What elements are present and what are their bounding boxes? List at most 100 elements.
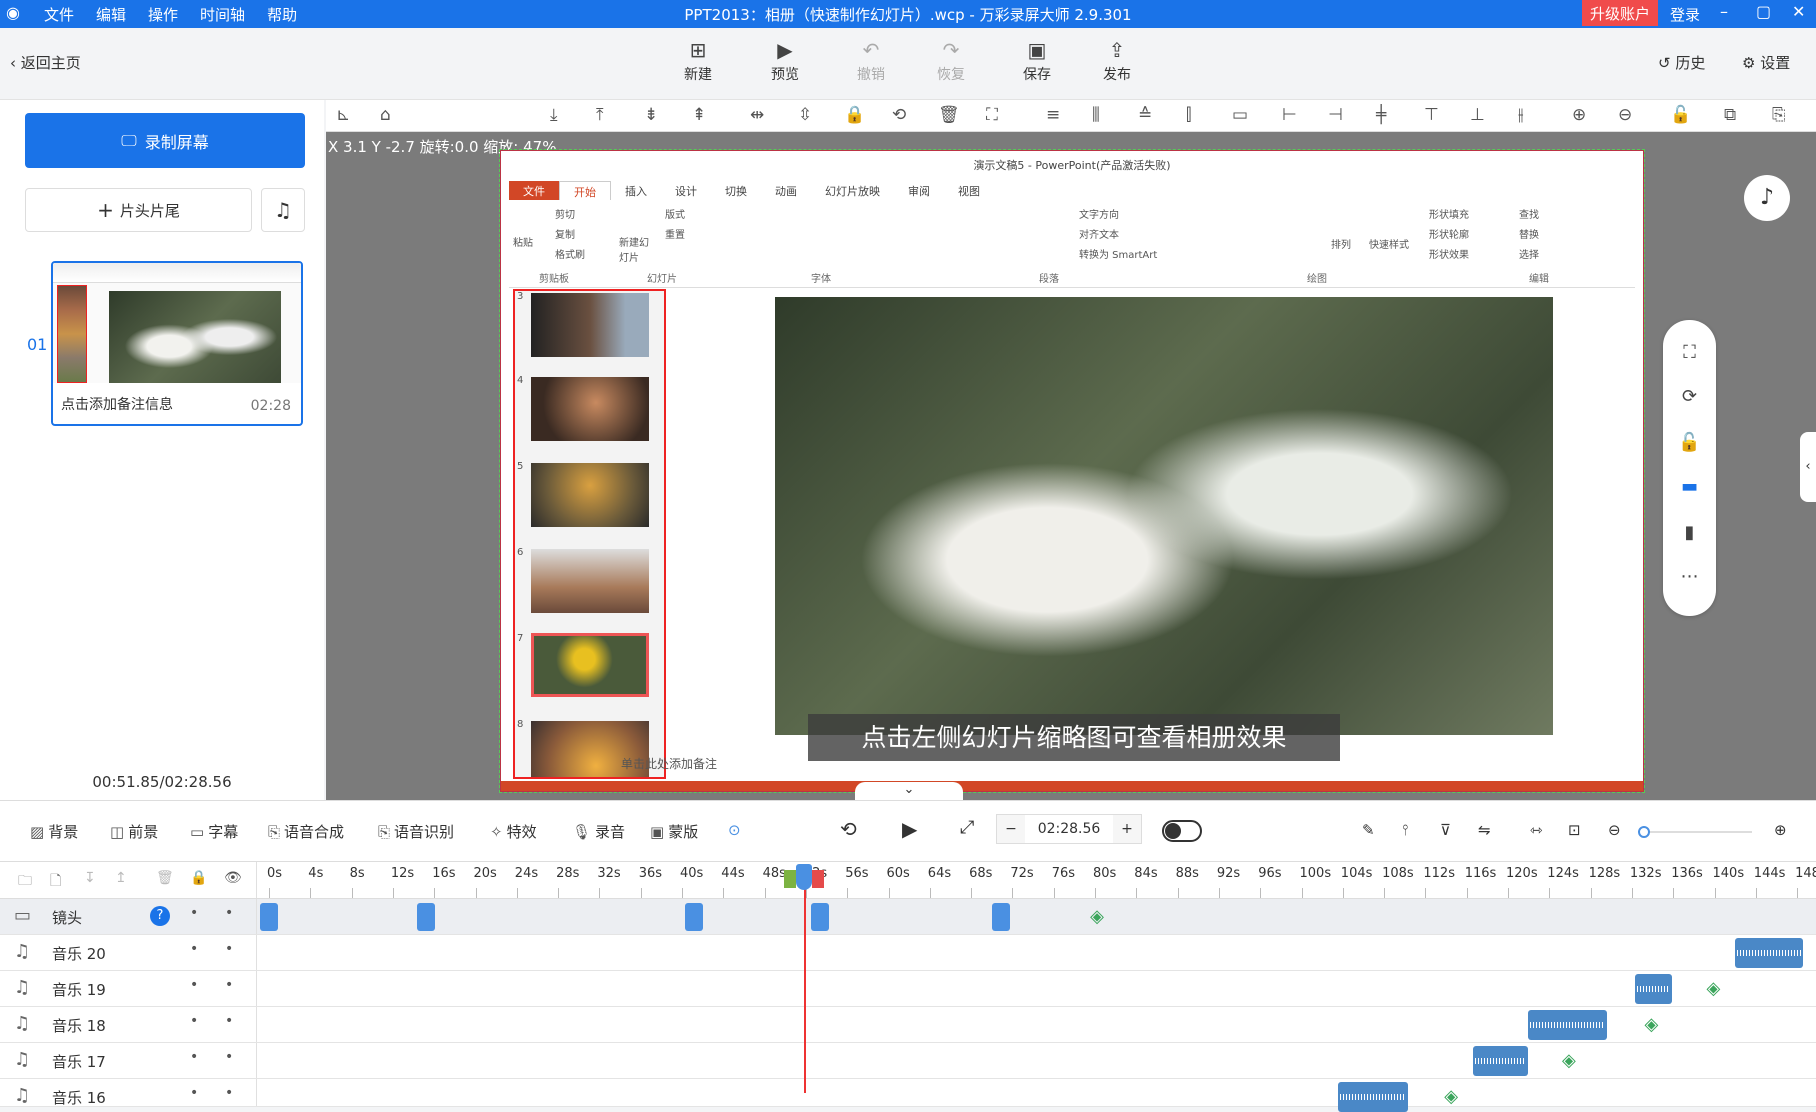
subtitle-button[interactable]: ▭ 字幕 [190,821,238,842]
visibility-toggle[interactable]: • [190,1013,198,1029]
effects-button[interactable]: ✧ 特效 [490,821,537,842]
lock-icon[interactable]: 🔓 [1663,432,1716,453]
paste-icon[interactable]: ⎘ [1772,105,1786,125]
more-options-icon[interactable]: ⊙ [728,821,741,839]
unlock-icon[interactable]: 🔓 [1670,105,1691,125]
move-up-icon[interactable]: ↥ [115,870,127,886]
background-music-button[interactable]: ♪ [1744,175,1790,221]
camera-marker[interactable] [992,903,1011,931]
align-h-icon[interactable]: ≡ [1046,105,1060,125]
flip-h-icon[interactable]: ⇹ [750,105,764,125]
fullscreen-icon[interactable]: ⤢ [960,817,974,838]
intro-outro-button[interactable]: + 片头片尾 [25,188,252,232]
rotate-icon[interactable]: ⟳ [1663,386,1716,407]
fit-timeline-icon[interactable]: ⇿ [1530,821,1543,839]
track-header[interactable]: ♫ 音乐 19 • • [0,971,257,1006]
camera-marker[interactable] [260,903,278,931]
rotate-icon[interactable]: ⟲ [892,105,906,125]
record-audio-button[interactable]: 🎙 录音 [572,821,625,842]
foreground-button[interactable]: ◫ 前景 [110,821,158,842]
zoom-out-icon[interactable]: ⊖ [1618,105,1632,125]
visibility-toggle[interactable]: • [190,1085,198,1101]
lock-toggle[interactable]: • [225,977,233,993]
collapse-timeline-handle[interactable]: ⌄ [855,782,963,800]
lock-icon[interactable]: 🔒 [844,105,865,125]
collapse-panel-handle[interactable]: ‹ [1800,432,1816,502]
visibility-toggle[interactable]: • [190,905,198,921]
rewind-icon[interactable]: ⟲ [840,817,857,841]
playhead[interactable] [804,880,807,1093]
new-button[interactable]: ⊞ 新建 [668,38,728,84]
audio-clip[interactable] [1337,1082,1408,1112]
lock-toggle[interactable]: • [225,941,233,957]
track-header[interactable]: ♫ 音乐 18 • • [0,1007,257,1042]
track-header[interactable]: ▭ 镜头? • • [0,899,257,934]
fit-screen-icon[interactable]: ⛶ [1663,342,1716,363]
lock-toggle[interactable]: • [225,1085,233,1101]
lock-icon[interactable]: 🔒 [190,870,207,886]
move-down-icon[interactable]: ↧ [84,870,96,886]
layer-up-icon[interactable]: ≙ [1138,105,1152,125]
delete-icon[interactable]: 🗑 [156,870,174,886]
playhead-knob[interactable] [796,864,813,890]
lock-toggle[interactable]: • [225,1013,233,1029]
publish-button[interactable]: ⇪ 发布 [1087,38,1147,84]
music-button[interactable]: ♫ [261,188,305,232]
visibility-icon[interactable]: 👁 [224,870,242,886]
add-keyframe-icon[interactable]: ◈ [1444,1086,1458,1107]
play-icon[interactable]: ▶ [902,817,917,841]
visibility-toggle[interactable]: • [190,941,198,957]
split-icon[interactable]: ⫯ [1402,821,1409,839]
ppt-screen-capture[interactable]: 演示文稿5 - PowerPoint(产品激活失败) 文件 开始 插入 设计 切… [499,149,1645,793]
audio-clip[interactable] [1472,1046,1528,1076]
track-header[interactable]: ♫ 音乐 20 • • [0,935,257,970]
edit-icon[interactable]: ✎ [1362,821,1375,839]
track-header[interactable]: ♫ 音乐 17 • • [0,1043,257,1078]
more-icon[interactable]: ⋯ [1663,566,1716,587]
speech-recognition-button[interactable]: ⎘ 语音识别 [378,821,454,842]
actual-size-icon[interactable]: ⊡ [1568,821,1581,839]
middle-icon[interactable]: ⫲ [1518,105,1524,125]
add-keyframe-icon[interactable]: ◈ [1562,1050,1576,1071]
add-keyframe-icon[interactable]: ◈ [1645,1014,1659,1035]
bottom-align-icon[interactable]: ⊥ [1470,105,1485,125]
flip-v-icon[interactable]: ⇳ [798,105,812,125]
maximize-icon[interactable]: ▢ [1756,2,1771,21]
new-track-icon[interactable]: 🗋 [50,870,61,894]
zoom-in-icon[interactable]: ⊕ [1774,821,1787,839]
visibility-toggle[interactable]: • [190,977,198,993]
camera-marker[interactable] [685,903,704,931]
camera-marker[interactable] [811,903,830,931]
handle-start[interactable] [784,870,797,888]
copy-icon[interactable]: ⧉ [1724,105,1736,125]
login-button[interactable]: 登录 [1670,4,1700,25]
crop-icon[interactable]: ⛶ [986,105,998,125]
align-center-icon[interactable]: ⇞ [692,105,706,125]
preview-button[interactable]: ▶ 预览 [755,38,815,84]
background-button[interactable]: ▨ 背景 [30,821,78,842]
audio-clip[interactable] [1634,974,1673,1004]
zoom-slider[interactable] [1638,826,1752,838]
home-icon[interactable]: ⌂ [380,105,391,125]
align-top-icon[interactable]: ⤒ [596,105,604,125]
duration-stepper[interactable]: − 02:28.56 + [996,814,1142,844]
left-align-icon[interactable]: ⊢ [1282,105,1297,125]
duration-input[interactable]: 02:28.56 [1025,815,1113,843]
increase-button[interactable]: + [1113,821,1141,837]
upgrade-button[interactable]: 升级账户 [1582,0,1659,26]
add-keyframe-icon[interactable]: ◈ [1090,906,1104,927]
mask-button[interactable]: ▣ 蒙版 [650,821,698,842]
decrease-button[interactable]: − [997,821,1025,837]
lock-toggle[interactable]: • [225,1049,233,1065]
align-bottom-icon[interactable]: ⤓ [550,105,558,125]
minimize-icon[interactable]: – [1720,2,1728,21]
back-home-button[interactable]: ‹ 返回主页 [10,52,81,73]
lock-toggle[interactable]: • [225,905,233,921]
visibility-toggle[interactable]: • [190,1049,198,1065]
add-keyframe-icon[interactable]: ◈ [1707,978,1721,999]
scene-card[interactable]: 点击添加备注信息 02:28 [51,261,303,426]
delete-icon[interactable]: 🗑 [938,105,960,125]
track-header[interactable]: ♫ 音乐 16 • • [0,1079,257,1107]
top-align-icon[interactable]: ⊤ [1424,105,1439,125]
audio-clip[interactable] [1527,1010,1608,1040]
